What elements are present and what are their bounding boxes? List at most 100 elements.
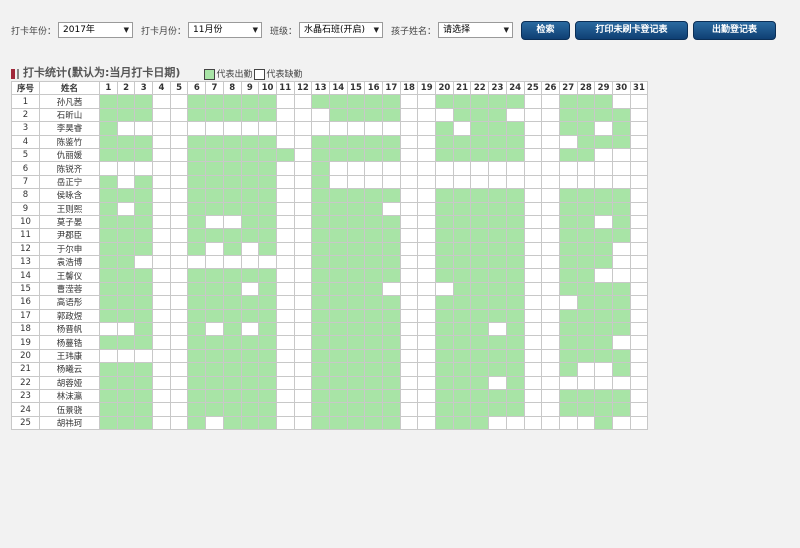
day-cell-absent [629,308,649,324]
day-cell-present [311,228,330,243]
day-cell-absent [417,228,437,243]
month-select[interactable]: 11月份 ▼ [188,22,263,38]
day-cell-present [258,94,277,109]
day-cell-present [311,201,330,216]
day-cell-present [99,255,118,270]
row-index: 7 [11,174,40,190]
day-cell-present [505,322,525,337]
day-cell-absent [417,388,437,404]
day-cell-absent [558,415,578,431]
row-index: 20 [11,348,40,364]
class-select[interactable]: 水晶石班(开启) ▼ [299,22,384,38]
day-cell-present [187,94,207,109]
table-row: 11 尹郡臣 [11,228,649,243]
day-cell-present [328,415,348,431]
day-cell-present [470,214,490,230]
day-cell-absent [99,322,118,337]
day-cell-absent [611,375,631,390]
header-day: 21 [452,80,472,96]
day-cell-present [470,241,490,257]
day-cell-present [258,147,277,163]
day-cell-present [382,268,401,283]
day-cell-present [382,228,401,243]
day-cell-absent [169,281,189,297]
day-cell-absent [293,161,313,176]
day-cell-absent [399,188,419,203]
day-cell-present [382,188,401,203]
day-cell-present [382,214,401,230]
day-cell-absent [346,161,366,176]
day-cell-present [558,94,578,109]
day-cell-absent [328,161,348,176]
day-cell-present [505,295,525,310]
day-cell-absent [275,268,295,283]
day-cell-absent [275,308,295,324]
day-cell-present [452,188,472,203]
day-cell-absent [523,281,543,297]
day-cell-present [134,322,154,337]
month-select-value: 11月份 [193,25,223,35]
day-cell-present [222,348,242,364]
day-cell-present [364,402,383,417]
day-cell-absent [399,241,419,257]
day-cell-absent [222,255,242,270]
year-select[interactable]: 2017年 ▼ [58,22,134,38]
day-cell-absent [169,228,189,243]
day-cell-present [275,147,295,163]
day-cell-absent [594,121,613,136]
day-cell-absent [611,94,631,109]
day-cell-present [435,94,454,109]
filter-toolbar: 打卡年份： 2017年 ▼ 打卡月份： 11月份 ▼ 班级： 水晶石班(开启) … [11,20,781,40]
day-cell-present [364,188,383,203]
day-cell-present [258,308,277,324]
row-index: 18 [11,322,40,337]
day-cell-present [205,161,224,176]
row-index: 23 [11,388,40,404]
day-cell-present [470,107,490,123]
print-unpunched-button[interactable]: 打印未刷卡登记表 [575,20,689,40]
day-cell-present [611,188,631,203]
day-cell-present [328,228,348,243]
day-cell-present [258,281,277,297]
day-cell-absent [169,362,189,377]
attendance-sheet-button[interactable]: 出勤登记表 [693,20,777,40]
day-cell-present [558,308,578,324]
row-name: 胡蓉娅 [39,375,100,390]
header-day: 5 [169,80,189,96]
day-cell-absent [169,147,189,163]
day-cell-present [452,362,472,377]
chevron-down-icon: ▼ [503,26,510,34]
day-cell-present [258,228,277,243]
row-index: 21 [11,362,40,377]
day-cell-absent [629,241,649,257]
day-cell-present [558,322,578,337]
chevron-down-icon: ▼ [123,26,130,34]
day-cell-present [99,147,118,163]
day-cell-absent [558,295,578,310]
day-cell-present [470,188,490,203]
day-cell-absent [417,121,437,136]
day-cell-present [258,375,277,390]
day-cell-absent [435,107,454,123]
day-cell-present [576,322,596,337]
day-cell-present [222,94,242,109]
search-button[interactable]: 检索 [521,20,571,40]
day-cell-absent [275,174,295,190]
day-cell-present [488,214,507,230]
row-name: 杨晋帆 [39,322,100,337]
day-cell-absent [417,94,437,109]
day-cell-absent [205,415,224,431]
day-cell-absent [417,241,437,257]
day-cell-absent [275,348,295,364]
child-select[interactable]: 请选择 ▼ [438,22,514,38]
header-day: 13 [311,80,330,96]
day-cell-present [187,295,207,310]
day-cell-absent [541,121,560,136]
day-cell-present [99,188,118,203]
day-cell-present [99,134,118,149]
day-cell-present [382,348,401,364]
day-cell-present [99,201,118,216]
day-cell-absent [169,415,189,431]
year-label: 打卡年份： [11,26,57,37]
day-cell-present [488,121,507,136]
